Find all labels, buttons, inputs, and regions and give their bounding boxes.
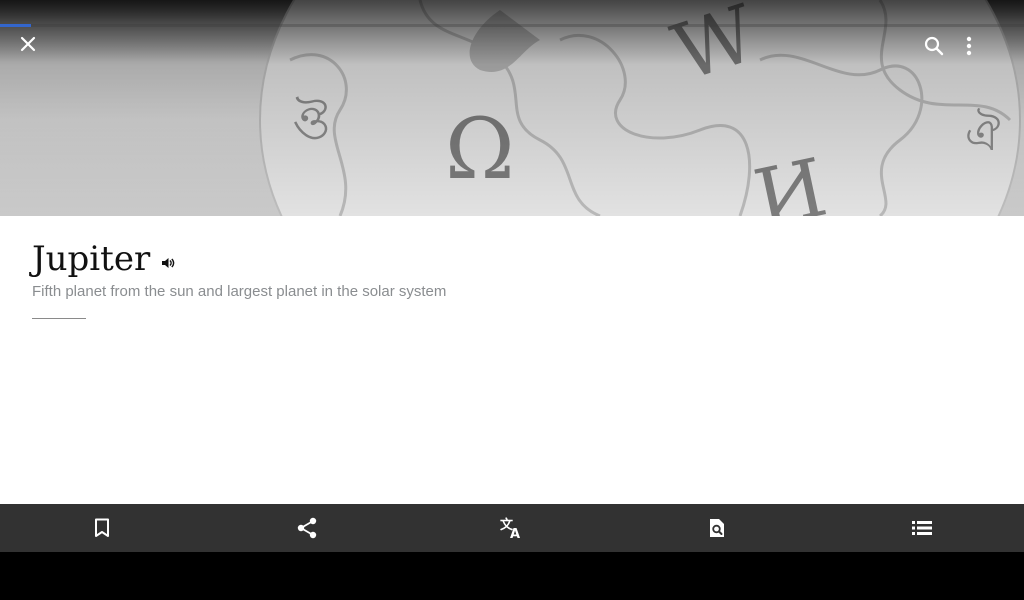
search-button[interactable] <box>924 36 964 76</box>
bookmark-icon <box>95 518 110 537</box>
page-load-progress <box>0 24 1024 27</box>
bookmark-button[interactable] <box>0 504 205 552</box>
lead-image[interactable]: Ω W И ঔ ঐ <box>0 0 1024 216</box>
article-header: Jupiter <box>32 236 178 282</box>
wikipedia-globe-image: Ω W И ঔ ঐ <box>0 0 1024 216</box>
page-action-bar: 文 A <box>0 504 1024 552</box>
share-button[interactable] <box>205 504 410 552</box>
close-icon <box>20 36 36 52</box>
overflow-menu-button[interactable] <box>966 36 1006 76</box>
article-title: Jupiter <box>32 239 151 279</box>
page-load-progress-fill <box>0 24 31 27</box>
share-icon <box>297 517 317 539</box>
volume-icon <box>162 258 175 268</box>
search-icon <box>924 36 944 56</box>
more-vertical-icon <box>966 36 972 56</box>
svg-text:A: A <box>510 527 520 539</box>
language-button[interactable]: 文 A <box>410 504 615 552</box>
system-navigation-bar <box>0 552 1024 600</box>
table-of-contents-icon <box>911 521 932 535</box>
find-in-page-button[interactable] <box>614 504 819 552</box>
article-description: Fifth planet from the sun and largest pl… <box>32 283 447 300</box>
find-in-page-icon <box>709 519 724 537</box>
pronunciation-audio-button[interactable] <box>158 253 178 273</box>
table-of-contents-button[interactable] <box>819 504 1024 552</box>
translate-icon: 文 A <box>500 517 520 539</box>
close-button[interactable] <box>20 36 60 76</box>
title-divider <box>32 318 86 319</box>
article-screen: Ω W И ঔ ঐ <box>0 0 1024 552</box>
